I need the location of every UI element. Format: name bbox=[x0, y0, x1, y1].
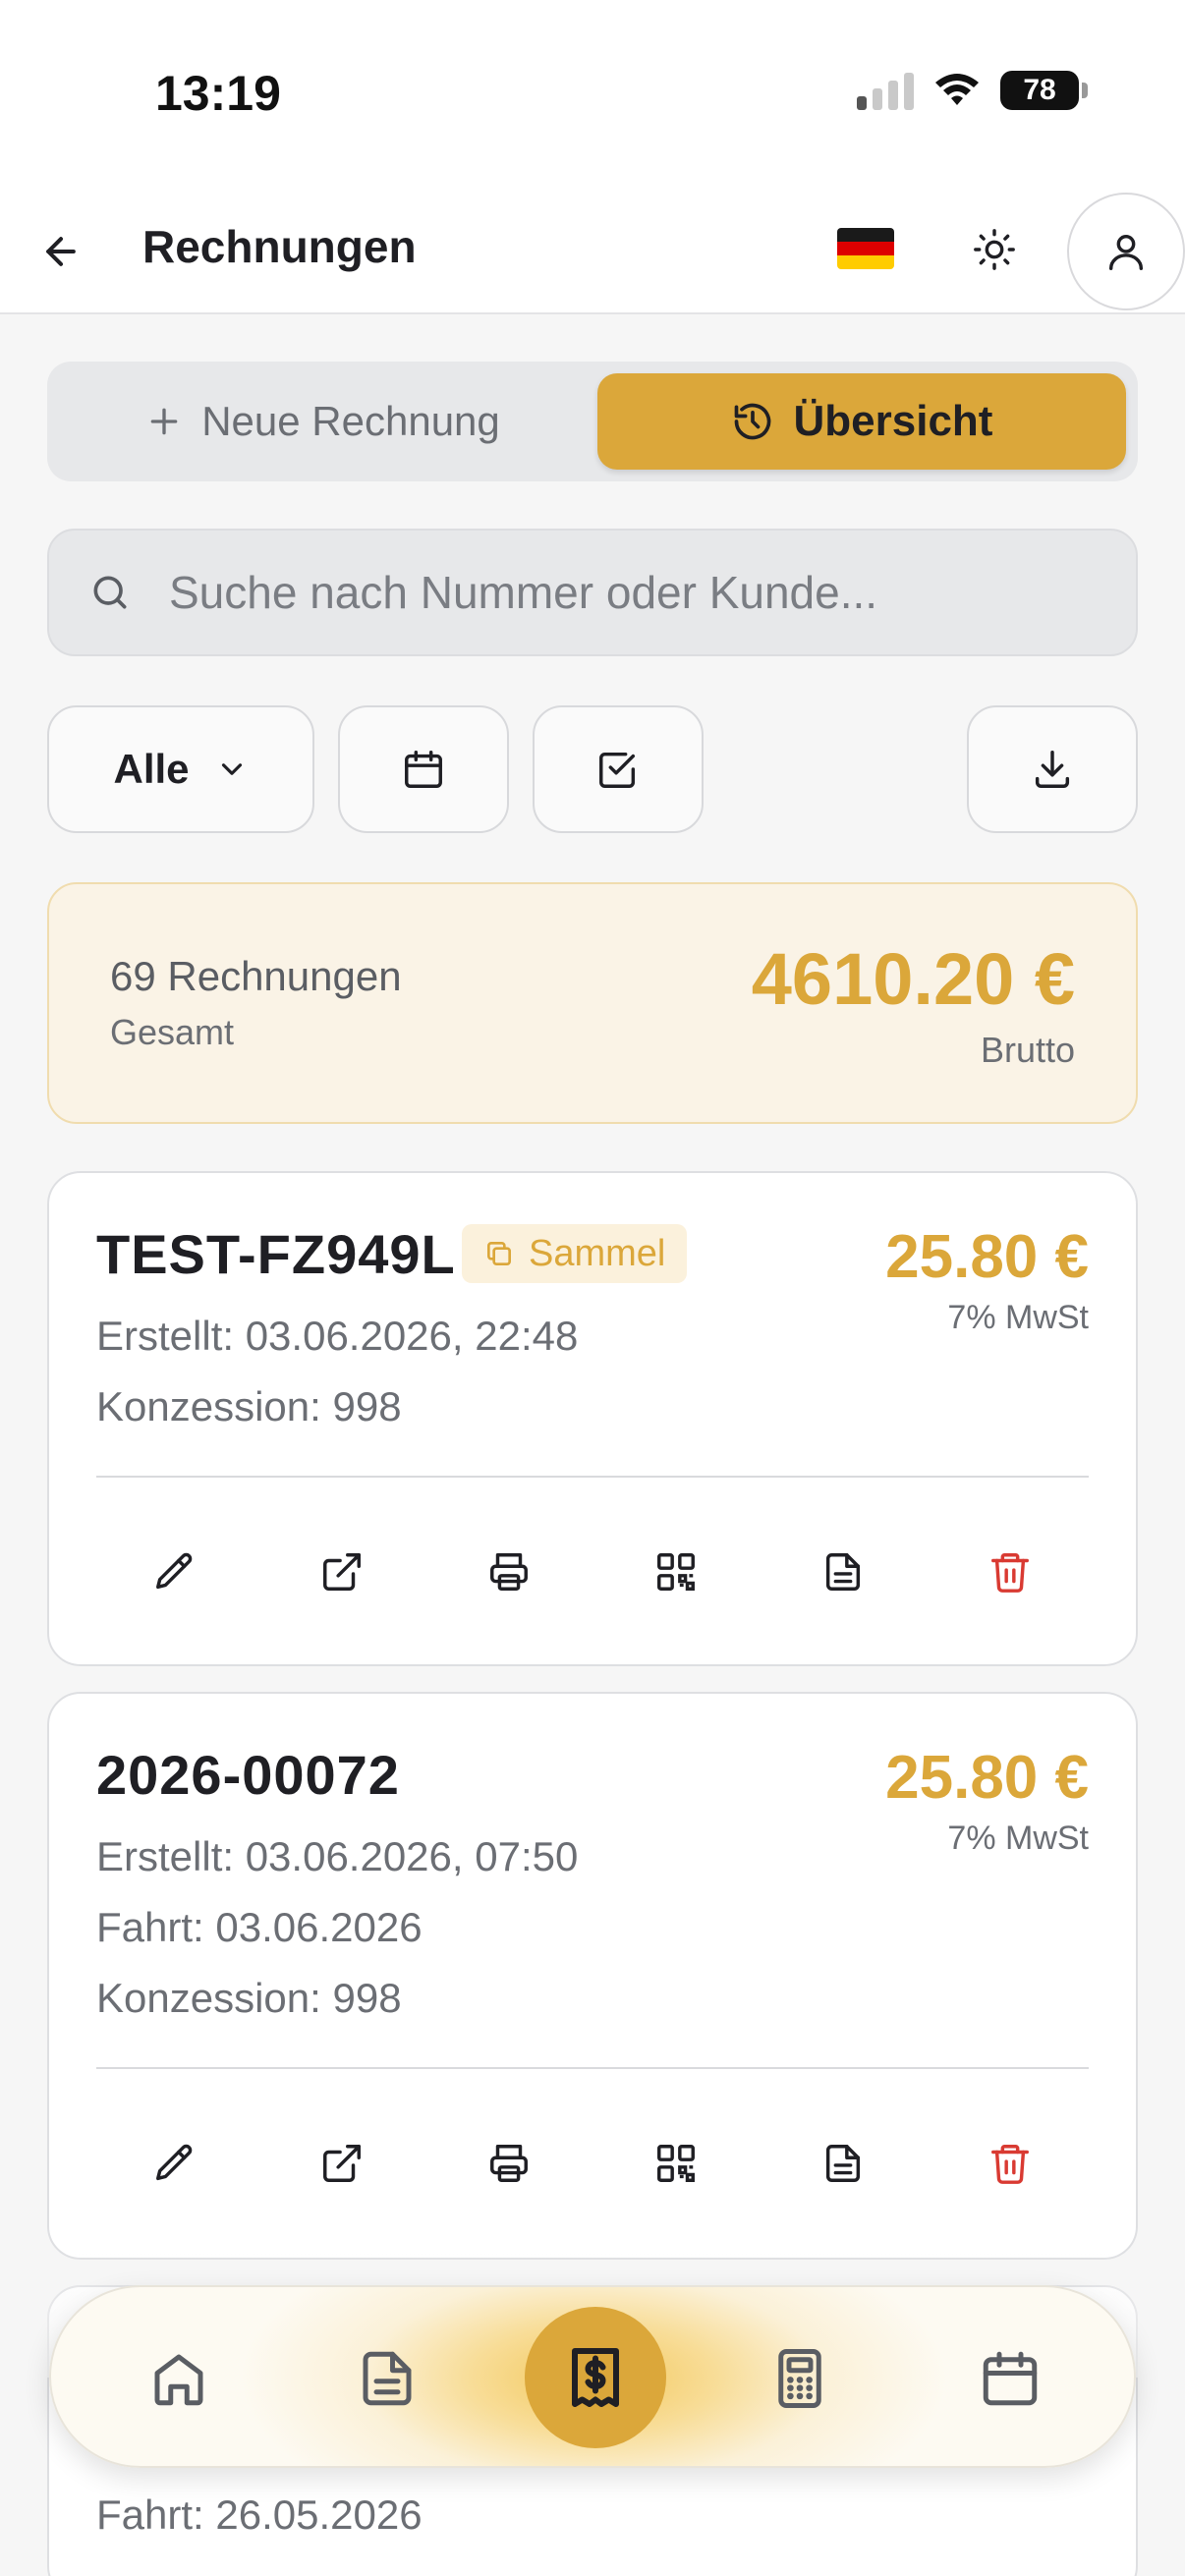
tab-overview[interactable]: Übersicht bbox=[597, 373, 1126, 470]
edit-button[interactable] bbox=[136, 1533, 214, 1611]
bottom-navigation bbox=[49, 2285, 1136, 2468]
select-mode-button[interactable] bbox=[533, 705, 704, 833]
battery-indicator: 78 bbox=[1000, 71, 1088, 110]
invoice-number: 2026-00072 bbox=[96, 1744, 400, 1806]
history-icon bbox=[734, 403, 770, 440]
invoice-ride-date: Fahrt: 26.05.2026 bbox=[96, 2492, 423, 2538]
search-icon bbox=[86, 569, 134, 616]
chevron-down-icon bbox=[221, 763, 242, 775]
user-icon bbox=[1108, 234, 1144, 270]
invoice-created: Erstellt: 03.06.2026, 22:48 bbox=[96, 1313, 579, 1359]
delete-button[interactable] bbox=[971, 2124, 1049, 2203]
tab-new-invoice[interactable]: Neue Rechnung bbox=[47, 362, 597, 481]
export-button[interactable] bbox=[967, 705, 1138, 833]
status-filter-label: Alle bbox=[113, 746, 190, 792]
file-text-icon bbox=[825, 1553, 861, 1591]
edit-button[interactable] bbox=[136, 2124, 214, 2203]
theme-toggle-button[interactable] bbox=[965, 220, 1024, 279]
pencil-icon bbox=[156, 2144, 193, 2181]
date-filter-button[interactable] bbox=[338, 705, 509, 833]
search-bar bbox=[47, 529, 1138, 656]
invoices-icon bbox=[572, 2348, 619, 2407]
pencil-icon bbox=[156, 1552, 193, 1590]
status-icons: 78 bbox=[857, 71, 1088, 110]
sun-icon bbox=[974, 229, 1015, 270]
invoice-amount: 25.80 € bbox=[885, 1744, 1089, 1812]
search-input[interactable] bbox=[169, 566, 1053, 619]
external-link-icon bbox=[323, 1553, 361, 1591]
qr-button[interactable] bbox=[637, 1533, 715, 1611]
invoice-vat: 7% MwSt bbox=[947, 1820, 1089, 1857]
arrow-left-icon bbox=[46, 237, 76, 266]
total-amount: 4610.20 € bbox=[751, 938, 1075, 1020]
document-button[interactable] bbox=[804, 1533, 882, 1611]
status-bar: 13:19 78 bbox=[0, 0, 1185, 187]
qr-code-icon bbox=[657, 1553, 695, 1591]
card-divider bbox=[96, 1476, 1089, 1478]
wifi-icon bbox=[935, 74, 979, 105]
qr-code-icon bbox=[657, 2145, 695, 2182]
print-button[interactable] bbox=[470, 1533, 548, 1611]
file-text-icon bbox=[825, 2145, 861, 2182]
summary-card: 69 Rechnungen Gesamt 4610.20 € Brutto bbox=[47, 882, 1138, 1124]
invoice-amount: 25.80 € bbox=[885, 1223, 1089, 1291]
profile-button[interactable] bbox=[1067, 193, 1185, 310]
trash-icon bbox=[991, 2145, 1029, 2184]
nav-calendar[interactable] bbox=[961, 2329, 1059, 2428]
invoice-vat: 7% MwSt bbox=[947, 1299, 1089, 1336]
nav-home[interactable] bbox=[130, 2329, 228, 2428]
invoice-number: TEST-FZ949L bbox=[96, 1223, 456, 1285]
document-button[interactable] bbox=[804, 2124, 882, 2203]
app-header: Rechnungen bbox=[0, 187, 1185, 314]
delete-button[interactable] bbox=[971, 1533, 1049, 1611]
collective-badge-label: Sammel bbox=[529, 1232, 666, 1274]
signal-icon bbox=[857, 71, 914, 110]
plus-icon bbox=[150, 408, 178, 435]
nav-calculator[interactable] bbox=[751, 2329, 849, 2428]
documents-icon bbox=[363, 2351, 412, 2406]
tab-new-invoice-label: Neue Rechnung bbox=[201, 398, 500, 444]
invoice-actions bbox=[96, 2124, 1089, 2203]
qr-button[interactable] bbox=[637, 2124, 715, 2203]
download-icon bbox=[1035, 751, 1070, 788]
checkbox-icon bbox=[599, 752, 636, 788]
trash-icon bbox=[991, 1553, 1029, 1593]
back-button[interactable] bbox=[33, 224, 88, 279]
invoice-actions bbox=[96, 1533, 1089, 1611]
tab-overview-label: Übersicht bbox=[793, 397, 993, 445]
copy-icon bbox=[487, 1242, 511, 1265]
invoice-concession: Konzession: 998 bbox=[96, 1975, 402, 2021]
collective-badge: Sammel bbox=[462, 1224, 688, 1283]
home-icon bbox=[154, 2354, 203, 2406]
view-switcher: Neue Rechnung Übersicht bbox=[47, 362, 1138, 481]
external-link-icon bbox=[323, 2145, 361, 2182]
open-button[interactable] bbox=[303, 2124, 381, 2203]
total-amount-label: Brutto bbox=[980, 1030, 1075, 1070]
invoice-count: 69 Rechnungen bbox=[110, 953, 402, 999]
calendar-icon bbox=[405, 751, 442, 788]
status-time: 13:19 bbox=[155, 66, 281, 121]
page-title: Rechnungen bbox=[142, 221, 417, 272]
invoice-created: Erstellt: 03.06.2026, 07:50 bbox=[96, 1833, 579, 1879]
status-filter-dropdown[interactable]: Alle bbox=[47, 705, 314, 833]
nav-invoices[interactable] bbox=[525, 2307, 666, 2448]
language-flag-de[interactable] bbox=[837, 228, 894, 269]
printer-icon bbox=[490, 1553, 528, 1591]
card-divider bbox=[96, 2067, 1089, 2069]
print-button[interactable] bbox=[470, 2124, 548, 2203]
calendar-icon bbox=[983, 2351, 1038, 2406]
nav-documents[interactable] bbox=[338, 2329, 436, 2428]
printer-icon bbox=[490, 2145, 528, 2182]
invoice-concession: Konzession: 998 bbox=[96, 1383, 402, 1429]
calculator-icon bbox=[778, 2349, 821, 2408]
invoice-card[interactable]: 2026-00072 25.80 € 7% MwSt Erstellt: 03.… bbox=[47, 1692, 1138, 2260]
invoice-count-label: Gesamt bbox=[110, 1012, 235, 1052]
invoice-ride-date: Fahrt: 03.06.2026 bbox=[96, 1904, 423, 1950]
open-button[interactable] bbox=[303, 1533, 381, 1611]
invoice-card[interactable]: TEST-FZ949L Sammel 25.80 € 7% MwSt Erste… bbox=[47, 1171, 1138, 1666]
